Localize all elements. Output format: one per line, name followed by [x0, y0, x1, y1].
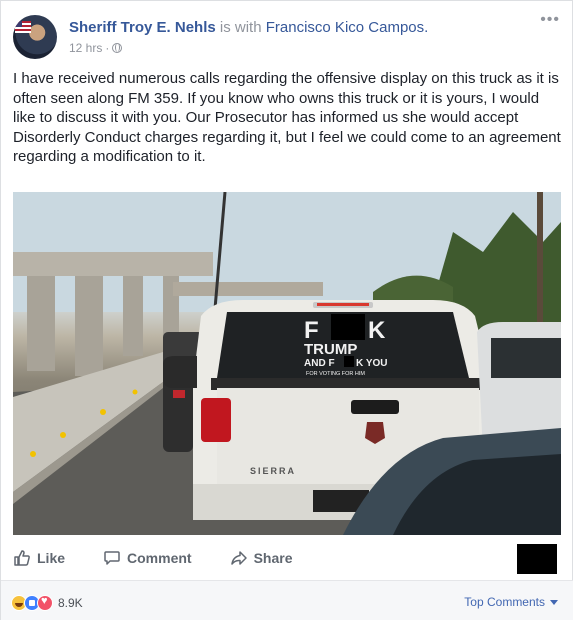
post-time[interactable]: 12 hrs — [69, 41, 102, 55]
post-text: I have received numerous calls regarding… — [13, 70, 561, 165]
author-name[interactable]: Sheriff Troy E. Nehls — [69, 19, 216, 36]
post-photo[interactable]: F K TRUMP AND F K YOU FOR VOTING FOR HIM… — [13, 192, 561, 535]
reactions-summary[interactable]: 8.9K — [11, 595, 83, 611]
share-button[interactable]: Share — [230, 549, 293, 567]
window-text-trump: TRUMP — [304, 341, 357, 358]
flag-icon — [15, 21, 31, 33]
window-text-you: K YOU — [356, 358, 388, 369]
tailgate-badge: SIERRA — [250, 466, 296, 476]
avatar[interactable] — [13, 15, 57, 59]
globe-icon — [112, 43, 123, 53]
share-label: Share — [253, 550, 293, 566]
post-header: Sheriff Troy E. Nehls is with Francisco … — [69, 18, 428, 37]
top-comments-dropdown[interactable]: Top Comments — [464, 595, 558, 609]
more-icon[interactable]: ••• — [540, 11, 560, 29]
post-actions: Like Comment Share — [13, 544, 561, 574]
reaction-count: 8.9K — [58, 596, 83, 610]
share-arrow-icon — [230, 551, 247, 565]
tagged-person[interactable]: Francisco Kico Campos. — [266, 19, 429, 36]
thumbs-up-icon — [14, 550, 30, 566]
comment-button[interactable]: Comment — [103, 549, 192, 567]
like-label: Like — [37, 550, 66, 566]
comment-bubble-icon — [104, 551, 120, 565]
love-icon — [37, 595, 53, 611]
with-text: is with — [219, 19, 262, 36]
caret-down-icon — [550, 599, 558, 605]
meta-separator: · — [105, 41, 110, 55]
window-text-and: AND F — [304, 358, 335, 369]
top-comments-label: Top Comments — [464, 595, 545, 609]
facebook-post: Sheriff Troy E. Nehls is with Francisco … — [0, 0, 573, 620]
like-button[interactable]: Like — [13, 549, 65, 567]
post-footer: 8.9K Top Comments — [1, 581, 573, 620]
window-text-voting: FOR VOTING FOR HIM — [306, 371, 365, 377]
window-text-f: F — [304, 317, 319, 344]
comment-label: Comment — [127, 550, 192, 566]
truck-scene: F K TRUMP AND F K YOU FOR VOTING FOR HIM… — [13, 192, 561, 535]
window-text-k: K — [368, 317, 386, 344]
redaction-box — [517, 544, 557, 574]
post-meta: 12 hrs · — [69, 41, 123, 55]
